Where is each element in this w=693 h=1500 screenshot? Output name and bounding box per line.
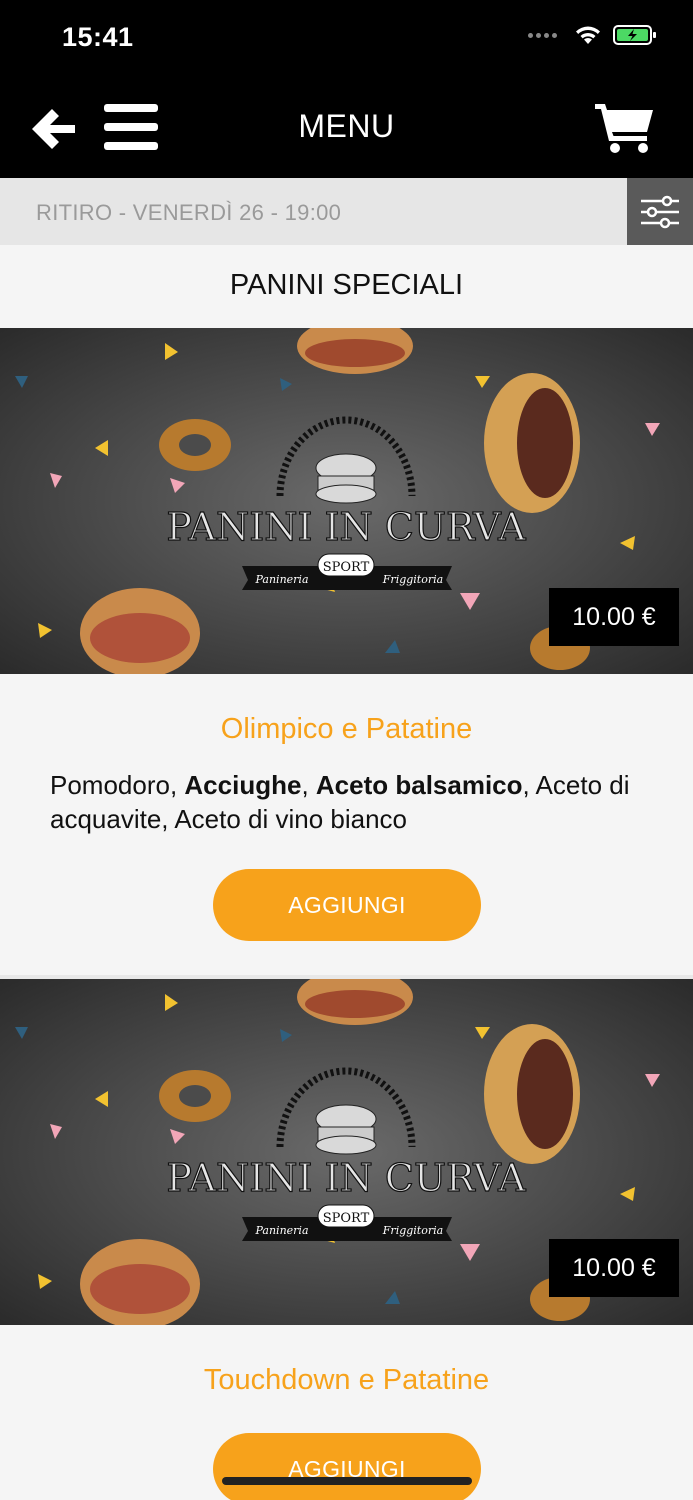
price-tag: 10.00 € [549,1239,679,1297]
pickup-bar[interactable]: RITIRO - VENERDÌ 26 - 19:00 [0,178,693,245]
desc-part: , [301,770,316,800]
product-description: Pomodoro, Acciughe, Aceto balsamico, Ace… [50,768,653,836]
battery-icon [613,25,656,45]
desc-part-bold: Aceto balsamico [315,770,523,800]
page-title: MENU [298,108,395,144]
filter-button[interactable] [627,178,693,245]
logo-center: SPORT [323,1211,370,1226]
desc-part: Pomodoro, [50,770,185,800]
wifi-icon [576,26,600,44]
cart-icon [595,104,653,153]
pickup-info: RITIRO - VENERDÌ 26 - 19:00 [36,200,342,225]
product-card: PANINI IN CURVA Panineria SPORT Friggito… [0,979,693,1500]
signal-icon [528,32,557,38]
logo-left: Panineria [255,573,309,586]
home-indicator [222,1477,472,1485]
logo-left: Panineria [255,1224,309,1237]
filter-sliders-icon [641,195,679,228]
logo-right: Friggitoria [382,573,443,586]
nav-bar: MENU [0,78,693,178]
logo-title: PANINI IN CURVA [166,1156,526,1200]
logo-right: Friggitoria [382,1224,443,1237]
status-time: 15:41 [62,22,134,52]
price-tag: 10.00 € [549,588,679,646]
status-bar: 15:41 [0,0,693,78]
product-name: Olimpico e Patatine [220,713,473,745]
desc-part-bold: Acciughe [184,770,302,800]
add-button[interactable]: AGGIUNGI [213,869,481,941]
section-title: PANINI SPECIALI [0,245,693,327]
product-name: Touchdown e Patatine [203,1364,490,1396]
product-card: PANINI IN CURVA Panineria SPORT Friggito… [0,328,693,976]
logo-title: PANINI IN CURVA [166,505,526,549]
status-indicators [528,24,657,46]
cart-button[interactable] [595,100,655,154]
logo-center: SPORT [323,560,370,575]
add-button[interactable]: AGGIUNGI [213,1433,481,1500]
